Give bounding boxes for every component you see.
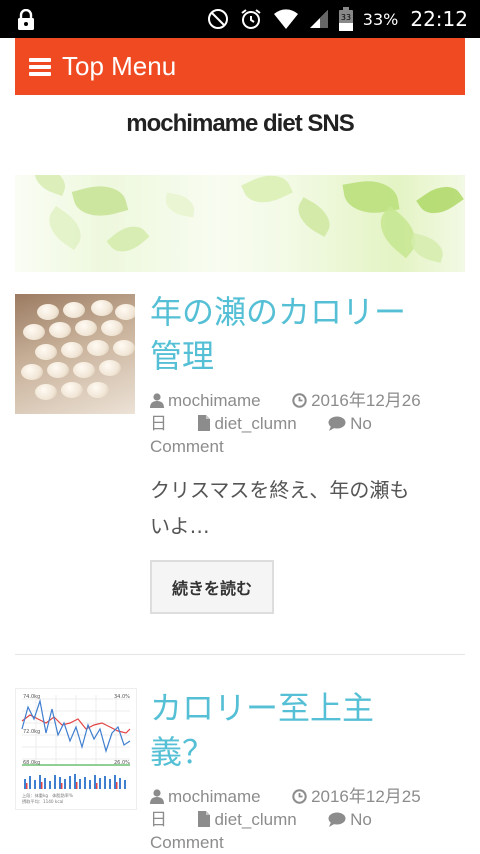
post-meta: mochimame 2016年12月26 日 diet_clumn No Com… [150, 390, 450, 457]
post-date: 2016年12月25 [311, 787, 421, 806]
chart-label: 上段：体重kg 体脂肪率% [22, 792, 73, 799]
alarm-icon [239, 7, 263, 31]
clock: 22:12 [410, 7, 468, 31]
post-excerpt-line: いよ… [150, 514, 210, 538]
lock-icon [16, 8, 36, 35]
post-author-link[interactable]: mochimame [168, 787, 261, 806]
chart-label: 26.0% [114, 760, 130, 766]
status-bar: 33 33% 22:12 [0, 0, 480, 38]
file-icon [198, 811, 211, 832]
post-title-link[interactable]: 年の瀬のカロリー 管理 [150, 290, 450, 378]
chart-label: 68.0kg [23, 760, 40, 766]
post-meta: mochimame 2016年12月25 日 diet_clumn No Com… [150, 786, 450, 853]
post-thumbnail-chart-image[interactable]: 74.0kg 34.0% 72.0kg 68.0kg 26.0% 上段：体重kg… [15, 688, 137, 810]
chart-label: 摂取平均：1140 kcal [22, 798, 63, 805]
battery-icon: 33 [338, 7, 353, 31]
header-banner-image [15, 175, 465, 272]
post-date: 2016年12月26 [311, 391, 421, 410]
post-comments-link[interactable]: No [350, 414, 372, 433]
post-comments-link[interactable]: No [350, 810, 372, 829]
post-divider [15, 654, 465, 655]
post-comments-suffix[interactable]: Comment [150, 833, 224, 852]
user-icon [150, 788, 164, 809]
post-title-line: カロリー至上主 [150, 689, 375, 727]
post-excerpt-line: クリスマスを終え、年の瀬も [150, 478, 410, 502]
wifi-icon [273, 8, 299, 30]
top-menu-button[interactable]: Top Menu [15, 38, 465, 95]
post-category-link[interactable]: diet_clumn [214, 414, 296, 433]
battery-percent: 33% [362, 9, 399, 29]
top-menu-label: Top Menu [62, 51, 177, 81]
post-thumbnail-image[interactable] [15, 294, 135, 414]
post-date-suffix: 日 [150, 810, 167, 829]
post-title-line: 年の瀬のカロリー [150, 293, 407, 331]
post-comments-suffix[interactable]: Comment [150, 437, 224, 456]
clock-icon [292, 788, 307, 809]
post-title-line: 義？ [150, 733, 215, 771]
site-title[interactable]: mochimame diet SNS [0, 110, 480, 138]
chart-label: 34.0% [114, 694, 130, 700]
comment-icon [328, 811, 346, 832]
post-author-link[interactable]: mochimame [168, 391, 261, 410]
chart-label: 74.0kg [23, 694, 40, 700]
post-excerpt: クリスマスを終え、年の瀬も いよ… [150, 472, 450, 544]
signal-icon [309, 9, 329, 29]
post-category-link[interactable]: diet_clumn [214, 810, 296, 829]
post-title-link[interactable]: カロリー至上主 義？ [150, 686, 450, 774]
battery-level-text: 33 [341, 13, 351, 22]
user-icon [150, 392, 164, 413]
hamburger-icon [29, 57, 51, 76]
clock-icon [292, 392, 307, 413]
file-icon [198, 415, 211, 436]
do-not-disturb-icon [207, 8, 229, 30]
chart-label: 72.0kg [23, 729, 40, 735]
post-date-suffix: 日 [150, 414, 167, 433]
post-title-line: 管理 [150, 337, 215, 375]
comment-icon [328, 415, 346, 436]
read-more-button[interactable]: 続きを読む [150, 560, 274, 614]
